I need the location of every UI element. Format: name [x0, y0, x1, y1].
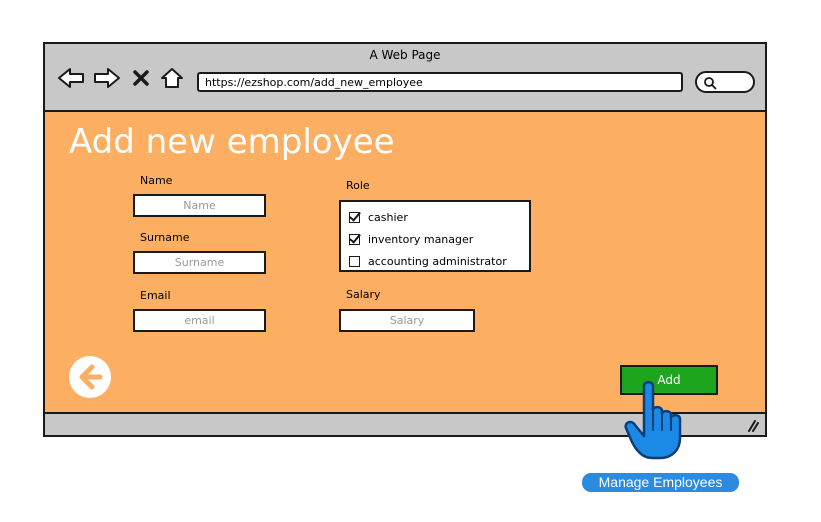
resize-grip-icon[interactable] [745, 418, 759, 432]
email-input[interactable]: email [133, 309, 266, 332]
checkbox-unchecked[interactable] [349, 255, 360, 267]
email-label: Email [140, 289, 171, 302]
name-input[interactable]: Name [133, 194, 266, 217]
manage-employees-link[interactable]: Manage Employees [582, 473, 739, 492]
surname-input[interactable]: Surname [133, 251, 266, 274]
role-option-inventory-manager[interactable]: inventory manager [349, 228, 521, 250]
search-icon [704, 77, 717, 90]
home-icon[interactable] [159, 66, 185, 90]
address-bar[interactable]: https://ezshop.com/add_new_employee [197, 72, 683, 92]
browser-window: A Web Page https://ezshop.com/add_new_em… [43, 42, 767, 437]
checkbox-checked[interactable] [349, 233, 360, 245]
role-option-accounting-administrator[interactable]: accounting administrator [349, 250, 521, 272]
page-title: Add new employee [69, 122, 395, 162]
close-icon[interactable] [131, 66, 151, 90]
hand-pointer-icon [624, 381, 682, 460]
surname-label: Surname [140, 231, 190, 244]
browser-titlebar: A Web Page https://ezshop.com/add_new_em… [45, 44, 765, 112]
role-option-cashier[interactable]: cashier [349, 206, 521, 228]
role-option-label: inventory manager [368, 232, 474, 246]
forward-arrow-icon[interactable] [93, 66, 121, 90]
checkbox-checked[interactable] [349, 211, 360, 223]
salary-label: Salary [346, 288, 381, 301]
back-arrow-icon[interactable] [57, 66, 85, 90]
name-label: Name [140, 174, 173, 187]
browser-search-field[interactable] [695, 71, 755, 93]
back-circle-icon [79, 364, 103, 390]
role-label: Role [346, 179, 370, 192]
salary-input[interactable]: Salary [339, 309, 475, 332]
back-button[interactable] [69, 356, 111, 398]
window-title: A Web Page [369, 48, 441, 62]
role-checkbox-group: cashier inventory manager accounting adm… [339, 200, 531, 272]
role-option-label: cashier [368, 210, 408, 224]
page-content: Add new employee Name Name Surname Surna… [45, 112, 765, 412]
role-option-label: accounting administrator [368, 254, 507, 268]
